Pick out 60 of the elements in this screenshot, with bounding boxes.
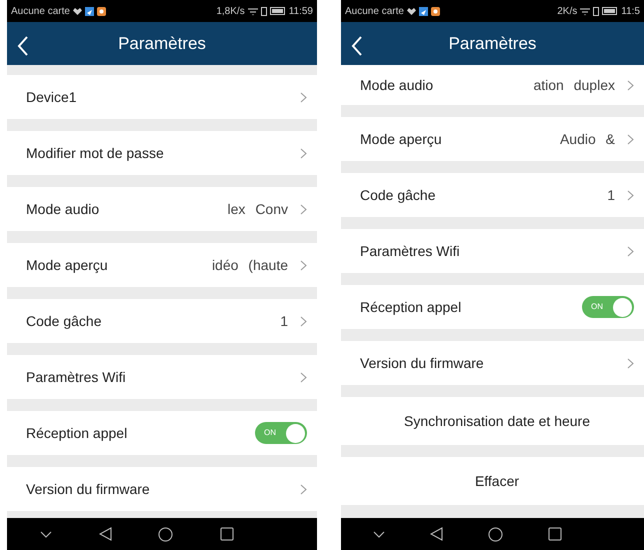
chevron-down-icon[interactable] (373, 530, 386, 538)
carrier-text: Aucune carte (345, 4, 404, 18)
chevron-right-icon (300, 204, 307, 214)
settings-label: Mode audio (26, 200, 100, 218)
settings-label: Code gâche (360, 186, 436, 205)
chevron-right-icon (627, 190, 634, 200)
settings-label: Réception appel (360, 298, 462, 317)
sim-icon (593, 6, 600, 16)
setting-value: Audio & (560, 130, 615, 148)
settings-label: Device1 (26, 88, 77, 106)
screen-title: Paramètres (118, 32, 206, 55)
action-button[interactable]: Effacer (341, 457, 644, 505)
battery-icon (602, 7, 618, 15)
setting-value: ation duplex (533, 76, 615, 95)
square-icon[interactable] (548, 527, 562, 541)
chevron-down-icon[interactable] (40, 530, 52, 538)
settings-label: Paramètres Wifi (26, 368, 126, 386)
setting-value: lex Conv (228, 200, 288, 218)
clock-text: 11:59 (288, 4, 313, 18)
settings-label: Mode audio (360, 76, 434, 94)
settings-label: Paramètres Wifi (360, 242, 460, 260)
chevron-right-icon (627, 134, 634, 144)
battery-icon (270, 7, 286, 15)
wifi-icon (580, 7, 590, 15)
chevron-right-icon (627, 358, 634, 368)
settings-label: Mode aperçu (26, 256, 108, 275)
settings-label: Réception appel (26, 424, 128, 443)
setting-value: 1 (280, 312, 288, 330)
chevron-right-icon (300, 484, 307, 494)
app-notification-icon (84, 6, 94, 16)
app-notification-icon (96, 6, 106, 16)
home-circle-icon[interactable] (488, 526, 503, 542)
settings-label: Code gâche (26, 312, 102, 331)
chevron-right-icon (300, 148, 307, 158)
settings-label: Mode aperçu (360, 130, 442, 149)
clock-text: 11:5 (621, 4, 640, 18)
settings-label: Modifier mot de passe (26, 144, 164, 163)
square-icon[interactable] (220, 527, 234, 541)
settings-label: Version du firmware (26, 480, 150, 498)
chevron-right-icon (300, 372, 307, 382)
chevron-right-icon (300, 260, 307, 270)
app-notification-icon (430, 6, 440, 16)
chevron-right-icon (300, 316, 307, 326)
wifi-icon (248, 7, 258, 15)
home-circle-icon[interactable] (158, 526, 174, 542)
network-speed-text: 1,8K/s (216, 4, 245, 18)
action-button[interactable]: Synchronisation date et heure (341, 397, 644, 445)
app-notification-icon (418, 6, 428, 16)
carrier-text: Aucune carte (11, 4, 70, 18)
network-speed-text: 2K/s (557, 4, 578, 18)
chevron-right-icon (627, 80, 634, 90)
sim-icon (260, 6, 267, 16)
setting-value: 1 (607, 186, 615, 204)
screen-title: Paramètres (448, 32, 536, 55)
settings-label: Version du firmware (360, 354, 484, 372)
back-triangle-icon[interactable] (430, 527, 444, 541)
setting-value: idéo (haute (212, 256, 288, 275)
chevron-right-icon (300, 92, 307, 102)
chevron-right-icon (627, 246, 634, 256)
back-triangle-icon[interactable] (98, 527, 112, 541)
